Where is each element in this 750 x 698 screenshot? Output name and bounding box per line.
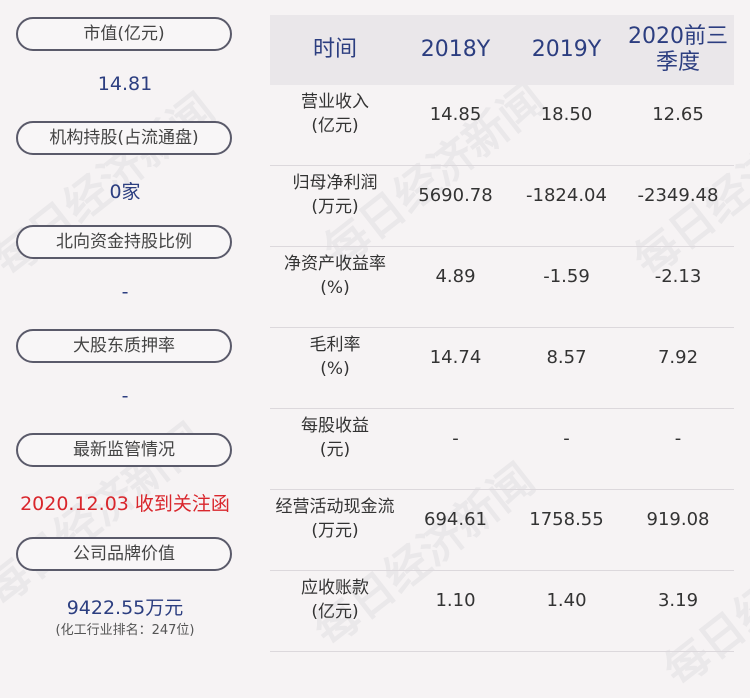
row-label: 每股收益 (元) — [301, 416, 369, 460]
cell-value: 18.50 — [540, 103, 593, 125]
cell-value: 8.57 — [546, 346, 587, 368]
cell-value: 7.92 — [657, 346, 699, 368]
cell-value: 1.40 — [546, 589, 587, 611]
northbound-ratio-value: - — [121, 281, 129, 303]
cell-value: 14.74 — [429, 346, 482, 368]
cell-value: -1824.04 — [526, 184, 607, 206]
table-row: 经营活动现金流 (万元) 694.61 1758.55 919.08 — [270, 490, 734, 571]
cell-value: 5690.78 — [418, 184, 493, 206]
row-label: 毛利率 (%) — [309, 335, 361, 379]
table-row: 每股收益 (元) - - - — [270, 409, 734, 490]
table-row: 净资产收益率 (%) 4.89 -1.59 -2.13 — [270, 247, 734, 328]
table-header: 时间 2018Y 2019Y 2020前三 季度 — [270, 15, 734, 85]
cell-value: 1758.55 — [529, 508, 604, 530]
cell-value: - — [563, 427, 570, 449]
market-cap-label: 市值(亿元) — [16, 17, 232, 51]
financial-table: 时间 2018Y 2019Y 2020前三 季度 营业收入 (亿元) 14.85… — [270, 15, 734, 652]
row-label: 归母净利润 (万元) — [292, 173, 378, 217]
header-2020q3: 2020前三 季度 — [628, 24, 728, 75]
company-summary-panel: 市值(亿元) 14.81 机构持股(占流通盘) 0家 北向资金持股比例 - 大股… — [0, 0, 250, 667]
table-row: 归母净利润 (万元) 5690.78 -1824.04 -2349.48 — [270, 166, 734, 247]
pledge-ratio-value: - — [121, 385, 129, 407]
row-label: 经营活动现金流 (万元) — [275, 497, 395, 541]
row-label: 应收账款 (亿元) — [301, 578, 369, 622]
cell-value: 3.19 — [657, 589, 699, 611]
cell-value: -1.59 — [543, 265, 590, 287]
header-2019: 2019Y — [531, 37, 602, 62]
institution-holding-value: 0家 — [109, 181, 141, 203]
header-time: 时间 — [312, 37, 357, 62]
header-2018: 2018Y — [420, 37, 491, 62]
cell-value: -2.13 — [654, 265, 702, 287]
pledge-ratio-label: 大股东质押率 — [16, 329, 232, 363]
table-row: 毛利率 (%) 14.74 8.57 7.92 — [270, 328, 734, 409]
northbound-ratio-label: 北向资金持股比例 — [16, 225, 232, 259]
cell-value: - — [452, 427, 459, 449]
brand-value-label: 公司品牌价值 — [16, 537, 232, 571]
cell-value: 1.10 — [435, 589, 476, 611]
regulatory-status-label: 最新监管情况 — [16, 433, 232, 467]
cell-value: 14.85 — [429, 103, 482, 125]
cell-value: 919.08 — [646, 508, 710, 530]
table-row: 应收账款 (亿元) 1.10 1.40 3.19 — [270, 571, 734, 652]
market-cap-value: 14.81 — [97, 73, 153, 95]
cell-value: -2349.48 — [637, 184, 719, 206]
brand-value-rank: (化工行业排名：247位) — [55, 623, 195, 638]
institution-holding-label: 机构持股(占流通盘) — [16, 121, 232, 155]
cell-value: 12.65 — [652, 103, 704, 125]
row-label: 营业收入 (亿元) — [301, 92, 369, 136]
row-label: 净资产收益率 (%) — [284, 254, 386, 298]
cell-value: 694.61 — [424, 508, 487, 530]
table-row: 营业收入 (亿元) 14.85 18.50 12.65 — [270, 85, 734, 166]
brand-value-value: 9422.55万元 — [66, 597, 184, 619]
cell-value: - — [674, 427, 682, 449]
regulatory-status-value: 2020.12.03 收到关注函 — [20, 493, 230, 515]
cell-value: 4.89 — [435, 265, 476, 287]
